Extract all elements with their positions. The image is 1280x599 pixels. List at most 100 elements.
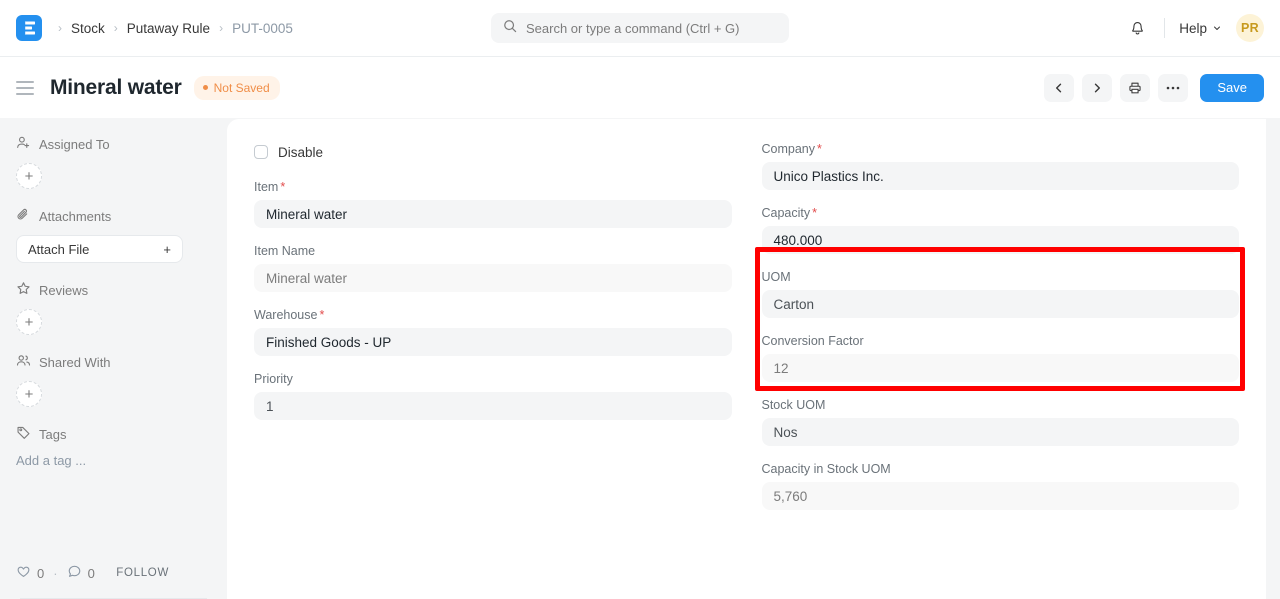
add-review-button[interactable]: + [16,309,42,335]
comment-counter[interactable]: 0 [67,564,95,582]
sidebar-section-shared-with: Shared With + [16,353,211,407]
capacity-in-stock-uom-input[interactable]: 5,760 [762,482,1240,510]
page-body: Assigned To + Attachments Attach File + [0,119,1280,599]
form-content: Disable Item* Mineral water Item Name Mi… [227,119,1266,599]
attach-file-button[interactable]: Attach File + [16,235,183,263]
field-label: UOM [762,269,1240,285]
sidebar-section-reviews: Reviews + [16,281,211,335]
global-search[interactable] [491,13,789,43]
more-options-button[interactable] [1158,74,1188,102]
field-item-name: Item Name Mineral water [254,243,732,292]
app-logo-icon[interactable] [16,15,42,41]
breadcrumb-separator: › [219,22,223,34]
paperclip-icon [16,207,31,225]
field-stock-uom: Stock UOM Nos [762,397,1240,446]
field-label-text: Warehouse [254,308,317,322]
assigned-to-label: Assigned To [39,137,110,152]
footer-separator: · [53,566,57,581]
status-dot-icon [203,85,208,90]
field-label: Conversion Factor [762,333,1240,349]
breadcrumb-item-stock[interactable]: Stock [71,21,105,36]
breadcrumb: › Stock › Putaway Rule › PUT-0005 [58,21,293,36]
field-item: Item* Mineral water [254,179,732,228]
breadcrumb-item-putaway-rule[interactable]: Putaway Rule [127,21,210,36]
field-label: Warehouse* [254,307,732,323]
like-counter[interactable]: 0 [16,564,44,582]
top-navbar: › Stock › Putaway Rule › PUT-0005 Help [0,0,1280,57]
sidebar-toggle-icon[interactable] [16,78,36,98]
field-label: Item Name [254,243,732,259]
capacity-input[interactable]: 480.000 [762,226,1240,254]
field-label: Capacity* [762,205,1240,221]
comment-icon [67,564,82,582]
prev-document-button[interactable] [1044,74,1074,102]
item-input[interactable]: Mineral water [254,200,732,228]
attachments-header: Attachments [16,207,211,225]
conversion-factor-input[interactable]: 12 [762,354,1240,382]
required-marker: * [280,180,285,194]
navbar-divider [1164,18,1165,38]
assigned-to-header: Assigned To [16,135,211,153]
attach-file-label: Attach File [28,242,89,257]
field-label: Priority [254,371,732,387]
field-warehouse: Warehouse* Finished Goods - UP [254,307,732,356]
required-marker: * [812,206,817,220]
document-sidebar: Assigned To + Attachments Attach File + [0,119,227,599]
disable-checkbox[interactable] [254,145,268,159]
form-column-right: Company* Unico Plastics Inc. Capacity* 4… [762,141,1240,525]
attachments-label: Attachments [39,209,111,224]
company-input[interactable]: Unico Plastics Inc. [762,162,1240,190]
navbar-right-actions: Help PR [1124,14,1264,42]
add-tag-input[interactable]: Add a tag ... [16,453,211,468]
form-column-left: Disable Item* Mineral water Item Name Mi… [254,141,732,525]
field-uom: UOM Carton [762,269,1240,318]
tags-label: Tags [39,427,66,442]
breadcrumb-separator: › [114,22,118,34]
warehouse-input[interactable]: Finished Goods - UP [254,328,732,356]
page-header: Mineral water Not Saved [0,57,1280,119]
add-share-button[interactable]: + [16,381,42,407]
field-capacity-in-stock-uom: Capacity in Stock UOM 5,760 [762,461,1240,510]
breadcrumb-item-current: PUT-0005 [232,21,293,36]
help-label: Help [1179,21,1207,36]
add-assignment-button[interactable]: + [16,163,42,189]
heart-icon [16,564,31,582]
chevron-down-icon [1212,21,1222,36]
avatar[interactable]: PR [1236,14,1264,42]
search-icon [503,19,517,38]
stock-uom-input[interactable]: Nos [762,418,1240,446]
search-input[interactable] [526,21,777,36]
tag-icon [16,425,31,443]
disable-checkbox-label[interactable]: Disable [278,145,323,160]
save-button[interactable]: Save [1200,74,1264,102]
form-grid: Disable Item* Mineral water Item Name Mi… [254,141,1239,525]
sidebar-section-attachments: Attachments Attach File + [16,207,211,263]
status-badge: Not Saved [194,76,280,100]
print-button[interactable] [1120,74,1150,102]
user-plus-icon [16,135,31,153]
page-header-actions: Save [1044,74,1264,102]
field-label-text: Capacity [762,206,811,220]
breadcrumb-separator: › [58,22,62,34]
star-icon [16,281,31,299]
help-menu[interactable]: Help [1179,21,1222,36]
shared-with-label: Shared With [39,355,111,370]
field-priority: Priority 1 [254,371,732,420]
comment-count: 0 [88,566,95,581]
item-name-input[interactable]: Mineral water [254,264,732,292]
like-count: 0 [37,566,44,581]
priority-input[interactable]: 1 [254,392,732,420]
field-capacity: Capacity* 480.000 [762,205,1240,254]
field-company: Company* Unico Plastics Inc. [762,141,1240,190]
next-document-button[interactable] [1082,74,1112,102]
disable-checkbox-row: Disable [254,141,732,163]
reviews-label: Reviews [39,283,88,298]
follow-button[interactable]: FOLLOW [116,567,169,579]
field-conversion-factor: Conversion Factor 12 [762,333,1240,382]
reviews-header: Reviews [16,281,211,299]
field-label: Item* [254,179,732,195]
bell-icon[interactable] [1124,15,1150,41]
uom-input[interactable]: Carton [762,290,1240,318]
field-label: Company* [762,141,1240,157]
required-marker: * [817,142,822,156]
